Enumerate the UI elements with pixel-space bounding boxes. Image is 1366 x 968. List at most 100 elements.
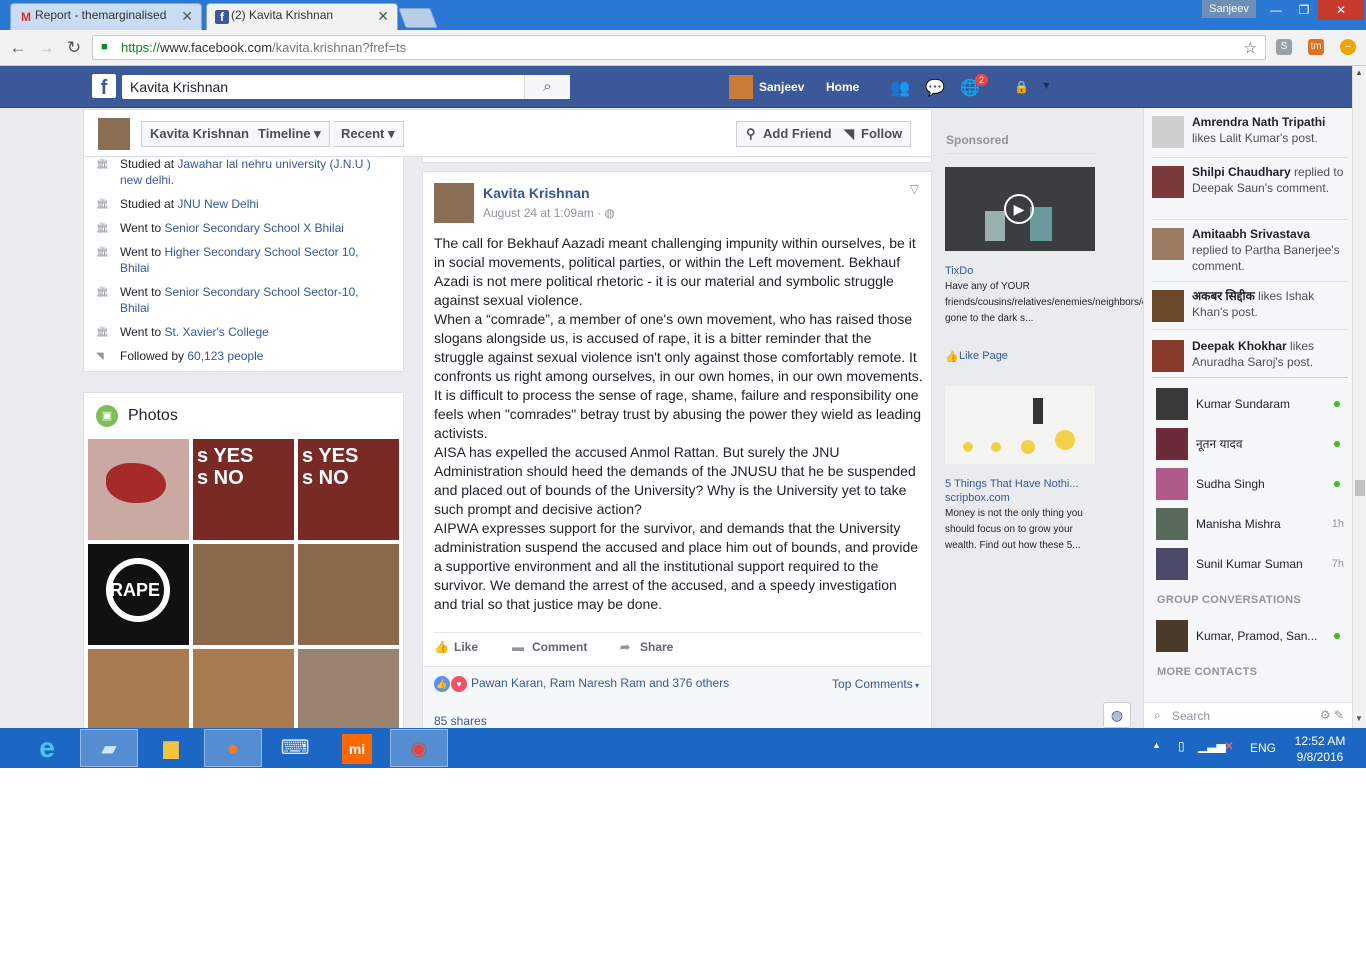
online-status-icon bbox=[1334, 401, 1340, 407]
love-reaction-icon[interactable]: ♥ bbox=[451, 676, 467, 692]
add-friend-button[interactable]: ⚲ Add Friend bbox=[736, 121, 841, 147]
profile-thumbnail[interactable] bbox=[98, 118, 130, 150]
ad-image-tixdo[interactable]: ▶ bbox=[945, 167, 1095, 251]
photo-thumbnail[interactable]: s YES s NO bbox=[193, 439, 294, 540]
contact-item[interactable]: Sunil Kumar Suman 7h bbox=[1156, 548, 1344, 580]
internet-explorer-icon[interactable]: e bbox=[18, 729, 76, 767]
ticker-item[interactable]: Deepak Khokhar likes Anuradha Saroj's po… bbox=[1152, 338, 1348, 378]
skype-extension-icon[interactable]: S bbox=[1276, 39, 1292, 55]
photo-thumbnail[interactable] bbox=[298, 544, 399, 645]
intro-link[interactable]: 60,123 people bbox=[187, 349, 263, 363]
share-button[interactable]: ➦ Share bbox=[620, 640, 673, 654]
page-scrollbar[interactable]: ▲ ▼ bbox=[1352, 66, 1366, 728]
close-tab-icon[interactable]: ✕ bbox=[377, 8, 389, 25]
ad-image-scripbox[interactable] bbox=[945, 386, 1095, 464]
photo-thumbnail[interactable] bbox=[193, 544, 294, 645]
ticker-item[interactable]: Shilpi Chaudhary replied to Deepak Saun'… bbox=[1152, 164, 1348, 220]
minimize-icon[interactable]: — bbox=[1262, 0, 1290, 20]
facebook-logo-icon[interactable]: f bbox=[92, 74, 116, 98]
ad-text[interactable]: Have any of YOUR friends/cousins/relativ… bbox=[945, 279, 1190, 327]
menu-extension-icon[interactable]: – bbox=[1340, 39, 1356, 55]
new-tab-button[interactable] bbox=[398, 8, 438, 28]
language-indicator[interactable]: ENG bbox=[1250, 741, 1276, 755]
contact-name: Sunil Kumar Suman bbox=[1196, 557, 1303, 571]
timeline-button[interactable]: Timeline ▾ bbox=[250, 121, 330, 147]
messages-icon[interactable]: 💬 bbox=[925, 78, 945, 98]
intro-link[interactable]: St. Xavier's College bbox=[164, 325, 268, 339]
avatar bbox=[1152, 166, 1184, 198]
privacy-shortcuts-icon[interactable]: 🔒 bbox=[1014, 80, 1029, 94]
ad-title[interactable]: TixDo bbox=[945, 265, 1095, 277]
mi-app-icon[interactable]: mi bbox=[328, 729, 386, 767]
on-screen-keyboard-icon[interactable]: ⌨ bbox=[266, 729, 324, 767]
taskbar-clock[interactable]: 12:52 AM 9/8/2016 bbox=[1280, 733, 1360, 765]
user-profile-link[interactable]: Sanjeev bbox=[729, 75, 804, 99]
url-input[interactable]: ■ https://www.facebook.com/kavita.krishn… bbox=[92, 35, 1266, 60]
recent-button[interactable]: Recent ▾ bbox=[333, 121, 404, 147]
notes-app-icon[interactable]: ▰ bbox=[80, 729, 138, 767]
play-icon[interactable]: ▶ bbox=[1004, 194, 1034, 224]
photo-thumbnail[interactable]: RAPE bbox=[88, 544, 189, 645]
close-tab-icon[interactable]: ✕ bbox=[181, 8, 193, 25]
tab-gmail[interactable]: M Report - themarginalised ✕ bbox=[10, 3, 202, 30]
ticker-item[interactable]: Amrendra Nath Tripathi likes Lalit Kumar… bbox=[1152, 114, 1348, 158]
group-conversation-item[interactable]: Kumar, Pramod, San... bbox=[1156, 620, 1344, 652]
like-page-link[interactable]: 👍 Like Page bbox=[945, 350, 1008, 363]
photo-thumbnail[interactable] bbox=[88, 439, 189, 540]
ad-title[interactable]: 5 Things That Have Nothi... bbox=[945, 478, 1095, 490]
profile-name-button[interactable]: Kavita Krishnan bbox=[141, 121, 258, 147]
scroll-down-arrow-icon[interactable]: ▼ bbox=[1355, 714, 1363, 723]
file-explorer-icon[interactable]: ▆ bbox=[142, 729, 200, 767]
volume-muted-icon[interactable]: ✕ bbox=[1224, 739, 1234, 753]
back-arrow-icon[interactable]: ← bbox=[8, 38, 28, 58]
show-hidden-icons[interactable]: ▲ bbox=[1152, 740, 1161, 750]
like-button[interactable]: 👍 Like bbox=[434, 640, 478, 654]
chat-options-icons[interactable]: ⚙ ✎ bbox=[1320, 708, 1344, 722]
intro-link[interactable]: Senior Secondary School X Bhilai bbox=[164, 221, 343, 235]
contact-item[interactable]: Sudha Singh bbox=[1156, 468, 1344, 500]
ad-domain[interactable]: scripbox.com bbox=[945, 492, 1010, 504]
photos-heading[interactable]: ▣ Photos bbox=[96, 405, 178, 427]
intro-link[interactable]: JNU New Delhi bbox=[177, 197, 258, 211]
chat-search-input[interactable]: ⌕ Search ⚙ ✎ bbox=[1144, 702, 1352, 728]
chrome-icon[interactable]: ◉ bbox=[390, 729, 448, 767]
facebook-search-input[interactable]: Kavita Krishnan ⌕ bbox=[122, 75, 570, 99]
ticker-item[interactable]: Amitaabh Srivastava replied to Partha Ba… bbox=[1152, 226, 1348, 282]
comment-button[interactable]: ▬ Comment bbox=[512, 640, 587, 654]
school-icon: 🏛 bbox=[96, 327, 109, 338]
top-comments-dropdown[interactable]: Top Comments ▾ bbox=[832, 677, 919, 691]
contact-item[interactable]: Kumar Sundaram bbox=[1156, 388, 1344, 420]
post-options-chevron-icon[interactable]: ▽ bbox=[910, 182, 919, 196]
post-author-avatar[interactable] bbox=[434, 183, 474, 223]
home-link[interactable]: Home bbox=[826, 80, 859, 94]
search-icon[interactable]: ⌕ bbox=[524, 75, 570, 99]
contact-item[interactable]: Manisha Mishra 1h bbox=[1156, 508, 1344, 540]
network-signal-icon[interactable]: ▁▃▅ bbox=[1198, 739, 1226, 753]
battery-icon[interactable]: ▯ bbox=[1178, 739, 1185, 753]
scroll-up-arrow-icon[interactable]: ▲ bbox=[1355, 68, 1363, 77]
friend-requests-icon[interactable]: 👥 bbox=[890, 78, 910, 98]
account-menu-icon[interactable]: ▼ bbox=[1041, 80, 1052, 92]
window-user-badge[interactable]: Sanjeev bbox=[1202, 0, 1256, 18]
close-window-icon[interactable]: ✕ bbox=[1318, 0, 1364, 20]
bookmark-star-icon[interactable]: ☆ bbox=[1244, 39, 1257, 57]
tm-extension-icon[interactable]: tm bbox=[1308, 39, 1324, 55]
ad-text[interactable]: Money is not the only thing you should f… bbox=[945, 506, 1095, 554]
language-globe-icon[interactable]: ◍ bbox=[1103, 702, 1131, 728]
maximize-icon[interactable]: ❐ bbox=[1290, 0, 1318, 20]
follow-button[interactable]: ◥ Follow bbox=[835, 121, 912, 147]
photo-thumbnail[interactable]: s YES s NO bbox=[298, 439, 399, 540]
like-reaction-icon[interactable]: 👍 bbox=[434, 676, 450, 692]
scrollbar-thumb[interactable] bbox=[1355, 480, 1365, 496]
post-author-name[interactable]: Kavita Krishnan bbox=[483, 185, 590, 201]
ticker-item[interactable]: अकबर सिद्दीक likes Ishak Khan's post. bbox=[1152, 288, 1348, 330]
tab-facebook[interactable]: f (2) Kavita Krishnan ✕ bbox=[206, 3, 398, 30]
reactors-link[interactable]: Pawan Karan, Ram Naresh Ram and 376 othe… bbox=[471, 676, 729, 690]
contact-item[interactable]: नूतन यादव bbox=[1156, 428, 1344, 460]
like-label: Like bbox=[454, 640, 479, 654]
shares-link[interactable]: 85 shares bbox=[434, 714, 487, 728]
reload-icon[interactable]: ↻ bbox=[64, 38, 84, 58]
post-timestamp[interactable]: August 24 at 1:09am · ◍ bbox=[483, 206, 615, 220]
firefox-icon[interactable]: ● bbox=[204, 729, 262, 767]
forward-arrow-icon[interactable]: → bbox=[36, 38, 56, 58]
